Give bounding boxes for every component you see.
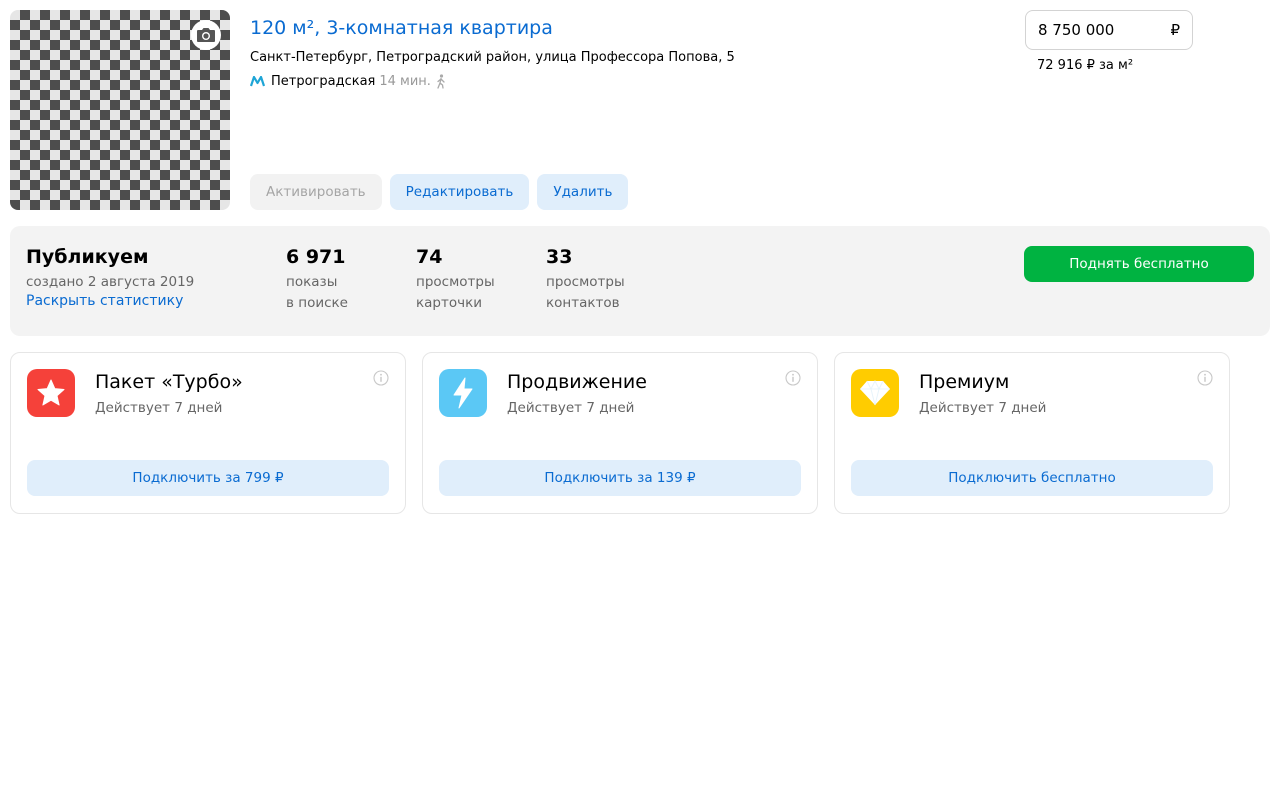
price-input[interactable] [1038, 21, 1158, 39]
star-icon [27, 369, 75, 417]
info-icon[interactable] [373, 370, 389, 390]
stat-label-line2: контактов [546, 295, 620, 311]
walking-person-icon [435, 73, 447, 89]
info-icon[interactable] [1197, 370, 1213, 390]
add-photo-button[interactable] [191, 20, 221, 50]
metro-info: Петроградская 14 мин. [250, 72, 447, 90]
stat-label-line1: просмотры [546, 274, 625, 290]
stat-value: 6 971 [286, 246, 346, 268]
metro-station: Петроградская [271, 73, 376, 89]
service-duration: Действует 7 дней [507, 400, 635, 416]
stat-label-line2: в поиске [286, 295, 348, 311]
stat-search-shows: 6 971 показы в поиске [286, 246, 348, 314]
stat-label-line1: показы [286, 274, 338, 290]
price-field[interactable]: ₽ [1025, 10, 1193, 50]
statistics-panel: Публикуем создано 2 августа 2019 Раскрыт… [10, 226, 1270, 336]
status-title: Публикуем [26, 246, 149, 268]
connect-promotion-button[interactable]: Подключить за 139 ₽ [439, 460, 801, 496]
stat-label-line1: просмотры [416, 274, 495, 290]
service-name: Пакет «Турбо» [95, 371, 243, 393]
stat-value: 74 [416, 246, 443, 268]
price-per-sqm: 72 916 ₽ за м² [1037, 58, 1134, 73]
diamond-icon [851, 369, 899, 417]
stat-label-line2: карточки [416, 295, 483, 311]
connect-premium-button[interactable]: Подключить бесплатно [851, 460, 1213, 496]
lightning-icon [439, 369, 487, 417]
service-name: Премиум [919, 371, 1010, 393]
offer-title-link[interactable]: 120 м², 3-комнатная квартира [250, 17, 553, 39]
service-card-promotion: Продвижение Действует 7 дней Подключить … [422, 352, 818, 514]
service-card-turbo: Пакет «Турбо» Действует 7 дней Подключит… [10, 352, 406, 514]
expand-statistics-link[interactable]: Раскрыть статистику [26, 293, 194, 309]
stat-value: 33 [546, 246, 573, 268]
stat-contact-views: 33 просмотры контактов [546, 246, 625, 314]
edit-button[interactable]: Редактировать [389, 174, 530, 210]
delete-button[interactable]: Удалить [537, 174, 629, 210]
currency-symbol: ₽ [1170, 21, 1180, 39]
info-icon[interactable] [785, 370, 801, 390]
metro-walk-time: 14 мин. [379, 73, 431, 89]
metro-icon [250, 75, 265, 86]
stat-card-views: 74 просмотры карточки [416, 246, 495, 314]
publication-status: Публикуем создано 2 августа 2019 Раскрыт… [26, 246, 194, 309]
activate-button[interactable]: Активировать [250, 174, 382, 210]
created-date: создано 2 августа 2019 [26, 274, 195, 290]
service-card-premium: Премиум Действует 7 дней Подключить бесп… [834, 352, 1230, 514]
connect-turbo-button[interactable]: Подключить за 799 ₽ [27, 460, 389, 496]
raise-free-button[interactable]: Поднять бесплатно [1024, 246, 1254, 282]
camera-icon [197, 28, 215, 42]
service-name: Продвижение [507, 371, 647, 393]
service-duration: Действует 7 дней [919, 400, 1047, 416]
offer-actions: Активировать Редактировать Удалить [250, 174, 629, 210]
offer-address: Санкт-Петербург, Петроградский район, ул… [250, 50, 735, 65]
service-duration: Действует 7 дней [95, 400, 223, 416]
